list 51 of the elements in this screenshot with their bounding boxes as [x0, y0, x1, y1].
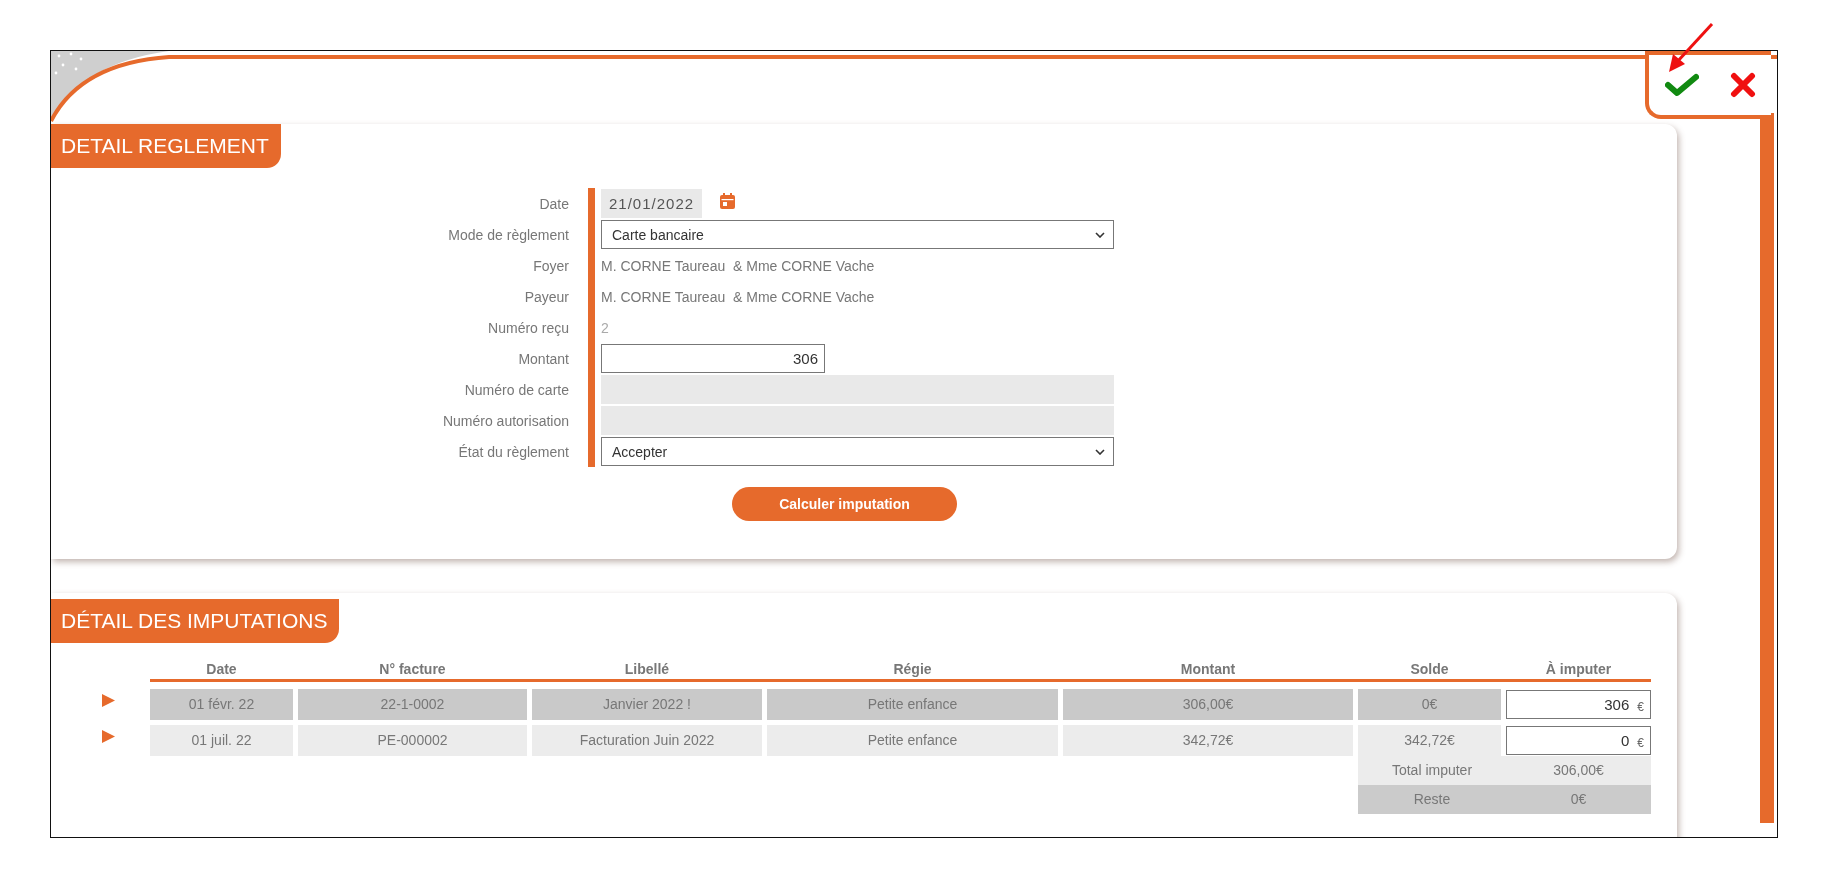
summary-label: Total imputer [1358, 756, 1506, 785]
summary-value: 0€ [1506, 785, 1651, 814]
table-cell: 342,72€ [1358, 725, 1501, 756]
amount-input[interactable]: 306 € [1506, 690, 1651, 719]
amount-input[interactable]: 306 [601, 344, 825, 373]
table-cell: PE-000002 [298, 725, 527, 756]
summary-label: Reste [1358, 785, 1506, 814]
column-header: Libellé [623, 661, 671, 679]
table-cell: 22-1-0002 [298, 689, 527, 720]
field-value: M. CORNE Taureau & Mme CORNE Vache [601, 257, 875, 274]
field-label: Foyer [532, 257, 569, 274]
table-cell: 01 juil. 22 [150, 725, 293, 756]
dropdown-field[interactable]: Accepter [601, 437, 1114, 466]
section-title: DETAIL REGLEMENT [51, 124, 281, 168]
chevron-icon [1095, 448, 1105, 455]
field-value: M. CORNE Taureau & Mme CORNE Vache [601, 288, 875, 305]
field-label: État du règlement [457, 443, 569, 460]
field-value: 2 [601, 319, 609, 336]
chevron-icon [1095, 231, 1105, 238]
table-cell: Petite enfance [767, 689, 1058, 720]
dropdown-field[interactable]: Carte bancaire [601, 220, 1114, 249]
column-header: Date [205, 661, 238, 679]
field-label: Date [538, 195, 569, 212]
table-cell: Janvier 2022 ! [532, 689, 762, 720]
field-label: Montant [517, 350, 569, 367]
table-cell: 0€ [1358, 689, 1501, 720]
table-cell: Petite enfance [767, 725, 1058, 756]
column-header: N° facture [378, 661, 447, 679]
table-cell: 342,72€ [1063, 725, 1353, 756]
date-field[interactable]: 21/01/2022 [601, 189, 703, 218]
column-header: Régie [892, 661, 933, 679]
section-title: DÉTAIL DES IMPUTATIONS [51, 599, 340, 643]
check-icon [1664, 73, 1699, 97]
field-label: Numéro reçu [487, 319, 569, 336]
column-header: Solde [1409, 661, 1450, 679]
confirm-button[interactable] [1662, 71, 1701, 99]
field-label: Mode de règlement [447, 226, 569, 243]
table-cell: 01 févr. 22 [150, 689, 293, 720]
expand-arrow-icon[interactable] [102, 730, 115, 743]
table-cell: 306,00€ [1063, 689, 1353, 720]
summary-value: 306,00€ [1506, 756, 1651, 785]
field-label: Payeur [523, 288, 569, 305]
column-header: Montant [1179, 661, 1237, 679]
expand-arrow-icon[interactable] [102, 694, 115, 707]
table-cell: Facturation Juin 2022 [532, 725, 762, 756]
calendar-icon[interactable] [720, 192, 736, 209]
column-header: À imputer [1544, 661, 1613, 679]
amount-input[interactable]: 0 € [1506, 726, 1651, 755]
field-label: Numéro autorisation [441, 412, 569, 429]
close-icon [1729, 72, 1756, 98]
field-label: Numéro de carte [463, 381, 569, 398]
